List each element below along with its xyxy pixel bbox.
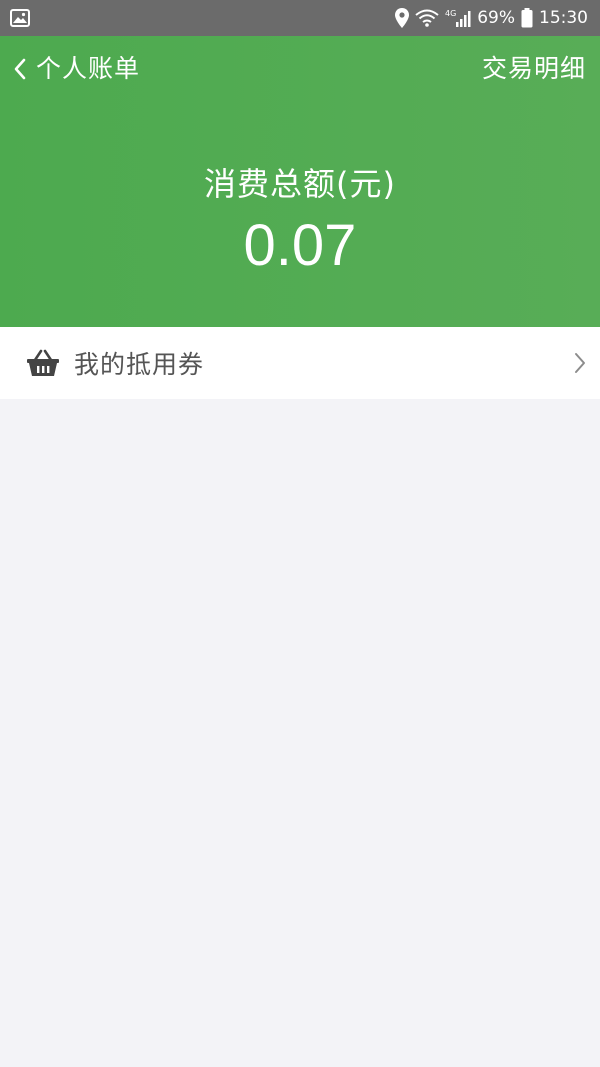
my-coupons-row[interactable]: 我的抵用券: [0, 327, 600, 399]
chevron-right-icon: [575, 353, 585, 373]
wifi-icon: [415, 9, 439, 27]
signal-icon: 4G: [445, 9, 471, 27]
location-icon: [395, 8, 410, 28]
image-icon: [10, 9, 30, 27]
total-spending-label: 消费总额(元): [204, 165, 396, 203]
battery-icon: [521, 8, 533, 28]
basket-icon: [27, 349, 59, 376]
back-chevron-icon: [14, 58, 26, 80]
back-button[interactable]: 个人账单: [12, 52, 140, 86]
battery-percent: 69%: [477, 8, 515, 28]
transaction-details-link[interactable]: 交易明细: [482, 52, 586, 86]
my-coupons-label: 我的抵用券: [74, 350, 205, 379]
page-title: 个人账单: [36, 54, 141, 83]
status-bar: 4G 69% 15:30: [0, 0, 600, 36]
content-area: [0, 399, 600, 1067]
bill-header: 个人账单 交易明细 消费总额(元) 0.07: [0, 36, 600, 327]
svg-text:4G: 4G: [445, 9, 456, 18]
total-spending-amount: 0.07: [243, 213, 357, 278]
clock: 15:30: [539, 8, 588, 28]
